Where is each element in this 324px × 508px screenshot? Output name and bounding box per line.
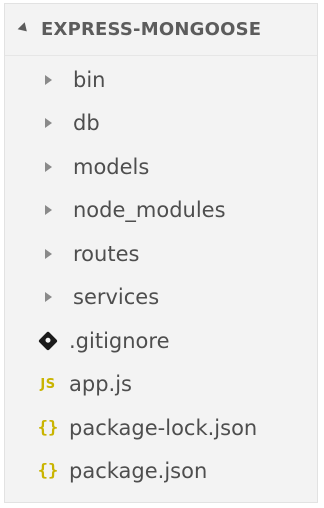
chevron-right-icon <box>39 248 57 259</box>
project-root-label: EXPRESS-MONGOOSE <box>41 19 262 40</box>
tree-item-package-json[interactable]: {} package.json <box>5 450 317 494</box>
tree-item-gitignore[interactable]: .gitignore <box>5 319 317 363</box>
chevron-right-icon <box>39 161 57 172</box>
tree-item-node-modules[interactable]: node_modules <box>5 189 317 233</box>
tree-item-label: package-lock.json <box>69 415 258 440</box>
tree-item-models[interactable]: models <box>5 145 317 189</box>
tree-item-label: models <box>73 154 150 179</box>
chevron-down-icon <box>17 21 31 35</box>
tree-item-label: db <box>73 111 100 136</box>
json-icon: {} <box>37 417 59 438</box>
tree-item-label: package.json <box>69 459 208 484</box>
chevron-right-icon <box>39 118 57 129</box>
tree-item-label: services <box>73 285 160 310</box>
chevron-right-icon <box>39 74 57 85</box>
js-icon: JS <box>40 376 56 392</box>
tree-item-label: node_modules <box>73 198 226 223</box>
project-root-header[interactable]: EXPRESS-MONGOOSE <box>5 4 317 56</box>
tree-item-label: routes <box>73 241 140 266</box>
tree-item-bin[interactable]: bin <box>5 58 317 102</box>
tree-item-services[interactable]: services <box>5 276 317 320</box>
tree-item-db[interactable]: db <box>5 102 317 146</box>
tree-item-package-lock-json[interactable]: {} package-lock.json <box>5 406 317 450</box>
chevron-right-icon <box>39 205 57 216</box>
tree-item-routes[interactable]: routes <box>5 232 317 276</box>
json-icon: {} <box>37 461 59 482</box>
tree-item-label: bin <box>73 67 106 92</box>
tree-item-label: .gitignore <box>69 328 170 353</box>
tree-item-label: app.js <box>69 372 132 397</box>
file-explorer-panel: EXPRESS-MONGOOSE bin db models node_modu… <box>4 3 318 503</box>
file-tree: bin db models node_modules routes servic… <box>5 56 317 493</box>
chevron-right-icon <box>39 292 57 303</box>
tree-item-app-js[interactable]: JS app.js <box>5 363 317 407</box>
git-icon <box>38 330 58 351</box>
